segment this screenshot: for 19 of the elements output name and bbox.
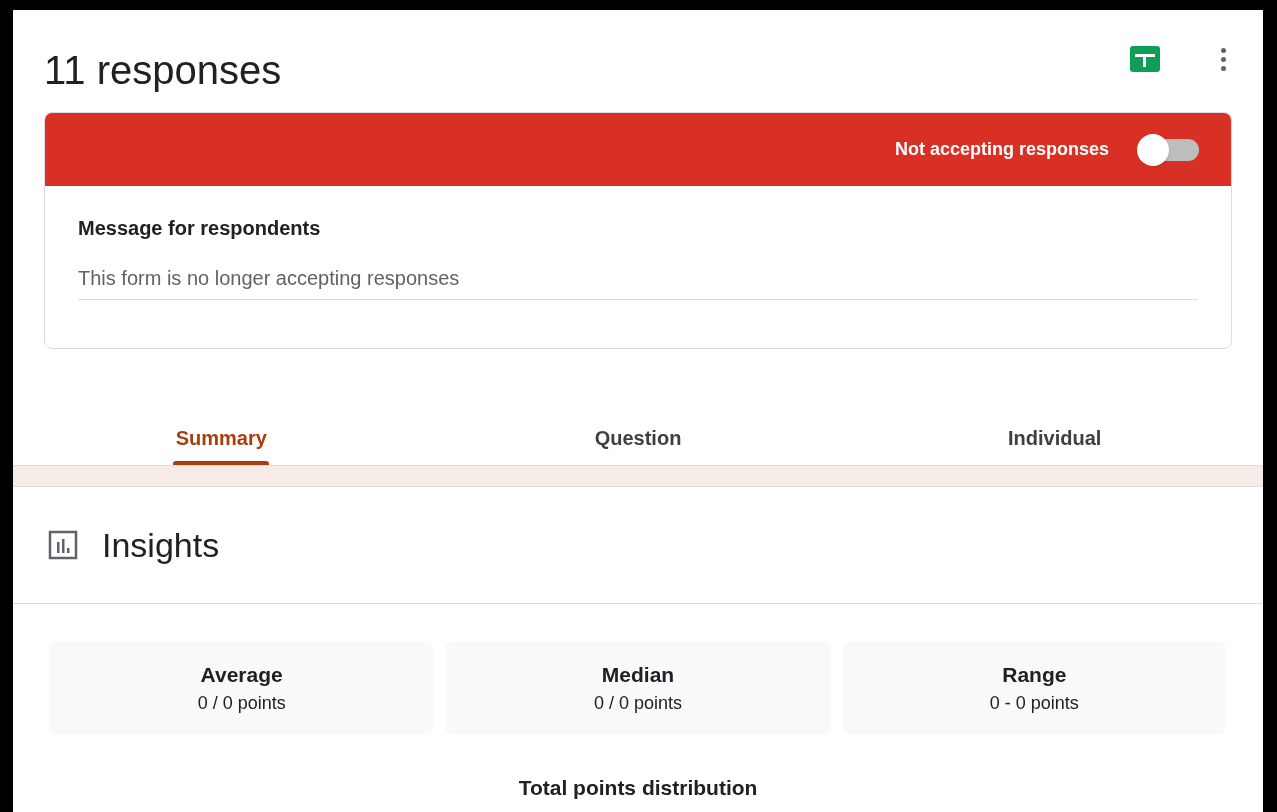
- page-title: 11 responses: [44, 47, 282, 94]
- message-field[interactable]: This form is no longer accepting responses: [78, 263, 1198, 300]
- distribution-title: Total points distribution: [518, 775, 758, 801]
- tab[interactable]: Summary: [13, 411, 430, 465]
- spreadsheet-icon[interactable]: [1130, 46, 1160, 72]
- accepting-toggle[interactable]: [1137, 134, 1199, 165]
- bar-chart-icon: [48, 530, 78, 560]
- message-label: Message for respondents: [78, 216, 322, 241]
- stat-value: 0 - 0 points: [989, 692, 1079, 716]
- insights-title: Insights: [102, 524, 220, 566]
- stat-value: 0 / 0 points: [593, 692, 682, 716]
- status-label: Not accepting responses: [894, 138, 1109, 161]
- stat-label: Range: [1002, 661, 1067, 688]
- more-options-icon[interactable]: [1220, 47, 1226, 71]
- stat-label: Median: [601, 661, 675, 688]
- stat-label: Average: [200, 661, 283, 688]
- stat-value: 0 / 0 points: [197, 692, 286, 716]
- tab[interactable]: Individual: [846, 411, 1263, 465]
- tab[interactable]: Question: [429, 411, 847, 465]
